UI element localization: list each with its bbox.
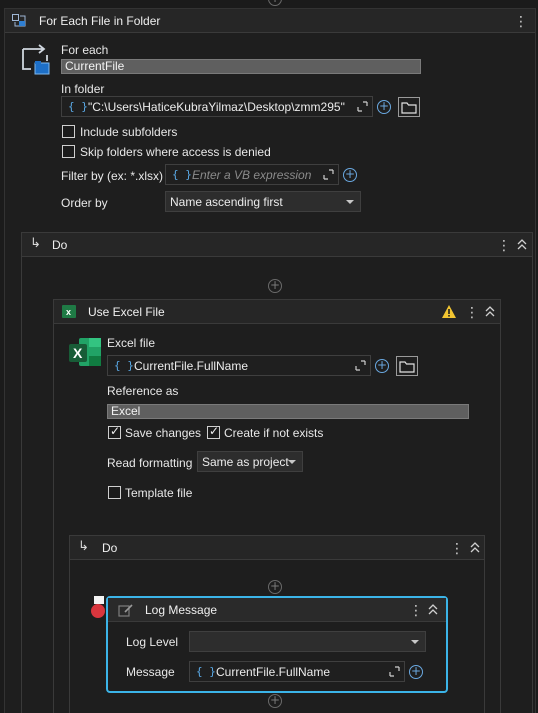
do-inner-header[interactable]: ↳ Do ⋮ bbox=[70, 536, 484, 560]
expression-brace-icon: { } bbox=[68, 100, 88, 113]
expression-brace-icon: { } bbox=[196, 665, 216, 678]
collapse-icon[interactable] bbox=[516, 237, 528, 253]
message-value: CurrentFile.FullName bbox=[216, 665, 331, 679]
log-header[interactable]: Log Message ⋮ bbox=[108, 598, 446, 622]
filter-add-icon[interactable]: + bbox=[343, 168, 357, 182]
excel-menu-icon[interactable]: ⋮ bbox=[465, 304, 479, 320]
foreach-menu-icon[interactable]: ⋮ bbox=[514, 13, 528, 29]
skip-folders-label: Skip folders where access is denied bbox=[80, 145, 271, 159]
for-each-variable-field[interactable]: CurrentFile bbox=[61, 59, 421, 74]
in-folder-label: In folder bbox=[61, 82, 105, 96]
foreach-panel: For Each File in Folder ⋮ For each Curre… bbox=[4, 8, 536, 713]
excel-panel: x Use Excel File ⋮ X Excel file {} Curr… bbox=[53, 299, 501, 713]
collapse-icon[interactable] bbox=[427, 602, 439, 618]
filter-by-placeholder: Enter a VB expression bbox=[192, 168, 312, 182]
create-if-not-exists-checkbox[interactable] bbox=[207, 424, 220, 439]
reference-as-label: Reference as bbox=[107, 384, 179, 398]
for-each-label: For each bbox=[61, 43, 109, 57]
order-by-value: Name ascending first bbox=[170, 195, 283, 209]
expand-editor-icon[interactable] bbox=[357, 101, 368, 112]
log-menu-icon[interactable]: ⋮ bbox=[409, 602, 423, 618]
excel-title: Use Excel File bbox=[88, 305, 165, 319]
chevron-down-icon bbox=[346, 200, 354, 204]
excel-file-value: CurrentFile.FullName bbox=[134, 359, 249, 373]
svg-text:x: x bbox=[66, 307, 71, 317]
template-file-checkbox[interactable] bbox=[108, 486, 121, 499]
foreach-header[interactable]: For Each File in Folder ⋮ bbox=[5, 9, 535, 33]
breakpoint-flag-icon bbox=[94, 596, 104, 604]
chevron-down-icon bbox=[288, 460, 296, 464]
do-inner-title: Do bbox=[102, 541, 118, 555]
svg-text:X: X bbox=[73, 345, 83, 361]
do-outer-header[interactable]: ↳ Do ⋮ bbox=[22, 233, 532, 257]
expression-brace-icon: { } bbox=[114, 359, 134, 372]
foreach-loop-icon bbox=[19, 43, 53, 80]
log-title: Log Message bbox=[145, 603, 218, 617]
excel-file-label: Excel file bbox=[107, 336, 156, 350]
template-file-label: Template file bbox=[125, 486, 193, 500]
do-arrow-icon: ↳ bbox=[78, 539, 89, 554]
excel-small-icon: x bbox=[62, 305, 76, 321]
read-formatting-label: Read formatting bbox=[107, 456, 193, 470]
skip-folders-checkbox[interactable] bbox=[62, 145, 75, 158]
error-indicator-icon[interactable] bbox=[91, 604, 105, 618]
collapse-icon[interactable] bbox=[469, 540, 481, 556]
filter-by-field[interactable]: { } Enter a VB expression bbox=[165, 164, 339, 185]
in-folder-field[interactable]: { } "C:\Users\HaticeKubraYilmaz\Desktop\… bbox=[61, 96, 373, 117]
do-outer-menu-icon[interactable]: ⋮ bbox=[497, 237, 511, 253]
do-inner-menu-icon[interactable]: ⋮ bbox=[450, 540, 464, 556]
read-formatting-value: Same as project bbox=[202, 455, 289, 469]
message-label: Message bbox=[126, 665, 175, 679]
do-arrow-icon: ↳ bbox=[30, 236, 41, 251]
include-subfolders-checkbox[interactable] bbox=[62, 125, 75, 138]
add-activity-button[interactable]: + bbox=[268, 279, 282, 293]
foreach-title: For Each File in Folder bbox=[39, 14, 161, 28]
log-level-dropdown[interactable] bbox=[189, 631, 426, 652]
message-field[interactable]: { } CurrentFile.FullName bbox=[189, 661, 405, 682]
save-changes-label: Save changes bbox=[125, 426, 202, 440]
order-by-label: Order by bbox=[61, 196, 108, 210]
expand-editor-icon[interactable] bbox=[389, 666, 400, 677]
in-folder-add-icon[interactable]: + bbox=[377, 100, 391, 114]
include-subfolders-label: Include subfolders bbox=[80, 125, 178, 139]
do-outer-title: Do bbox=[52, 238, 68, 252]
reference-as-field[interactable]: Excel bbox=[107, 404, 469, 419]
chevron-down-icon bbox=[411, 640, 419, 644]
filter-by-label: Filter by (ex: *.xlsx) bbox=[61, 169, 164, 183]
message-add-icon[interactable]: + bbox=[409, 665, 423, 679]
create-if-not-exists-label: Create if not exists bbox=[224, 426, 324, 440]
save-changes-checkbox[interactable] bbox=[108, 424, 121, 439]
excel-header[interactable]: x Use Excel File ⋮ bbox=[54, 300, 500, 324]
do-inner-panel: ↳ Do ⋮ + Log Message ⋮ Log Level Message… bbox=[69, 535, 485, 713]
browse-folder-button[interactable] bbox=[398, 97, 420, 117]
add-activity-button[interactable]: + bbox=[268, 694, 282, 708]
browse-file-button[interactable] bbox=[396, 356, 418, 376]
expand-editor-icon[interactable] bbox=[323, 169, 334, 180]
excel-file-add-icon[interactable]: + bbox=[375, 359, 389, 373]
log-message-icon bbox=[118, 603, 134, 620]
in-folder-value: "C:\Users\HaticeKubraYilmaz\Desktop\zmm2… bbox=[88, 100, 345, 114]
read-formatting-dropdown[interactable]: Same as project bbox=[197, 451, 303, 472]
collapse-icon[interactable] bbox=[484, 304, 496, 320]
add-activity-top[interactable]: + bbox=[268, 0, 282, 6]
add-activity-button[interactable]: + bbox=[268, 580, 282, 594]
warning-icon[interactable] bbox=[441, 304, 457, 322]
log-level-label: Log Level bbox=[126, 635, 179, 649]
order-by-dropdown[interactable]: Name ascending first bbox=[165, 191, 361, 212]
expand-editor-icon[interactable] bbox=[355, 360, 366, 371]
do-outer-panel: ↳ Do ⋮ + x Use Excel File ⋮ X Excel file… bbox=[21, 232, 533, 713]
expression-brace-icon: { } bbox=[172, 168, 192, 181]
log-message-panel[interactable]: Log Message ⋮ Log Level Message { } Curr… bbox=[106, 596, 448, 693]
foreach-file-icon bbox=[11, 13, 27, 32]
excel-logo-icon: X bbox=[69, 336, 103, 371]
excel-file-field[interactable]: { } CurrentFile.FullName bbox=[107, 355, 371, 376]
